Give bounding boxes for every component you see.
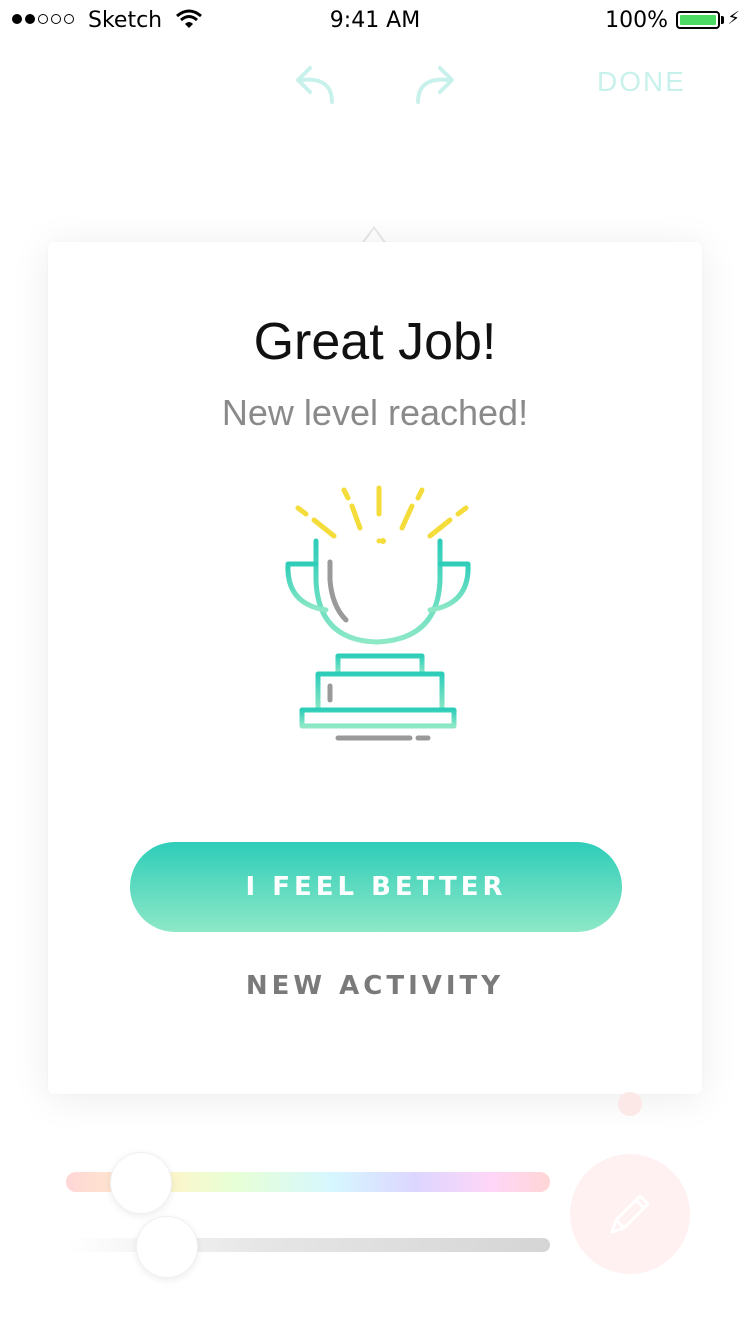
status-bar: Sketch 9:41 AM 100% ⚡ (0, 0, 750, 40)
color-indicator-dot (618, 1092, 642, 1116)
pencil-fab-button[interactable] (570, 1154, 690, 1274)
opacity-slider-thumb[interactable] (136, 1216, 198, 1278)
done-button[interactable]: DONE (597, 66, 686, 98)
battery-cap (721, 16, 724, 24)
redo-icon[interactable] (410, 62, 458, 106)
undo-icon[interactable] (292, 62, 340, 106)
charging-icon: ⚡ (727, 8, 740, 29)
hue-slider-thumb[interactable] (110, 1152, 172, 1214)
i-feel-better-button[interactable]: I FEEL BETTER (130, 842, 622, 932)
battery-percent: 100% (605, 8, 668, 33)
popover-caret-fill (364, 229, 384, 243)
new-activity-button[interactable]: NEW ACTIVITY (48, 970, 702, 1002)
modal-title: Great Job! (253, 313, 497, 371)
trophy-icon (253, 485, 495, 741)
achievement-modal: Great Job! New level reached! I FEEL BET… (48, 242, 702, 1094)
pencil-icon (610, 1194, 650, 1234)
battery-icon (676, 11, 720, 29)
modal-subtitle: New level reached! (221, 392, 529, 433)
